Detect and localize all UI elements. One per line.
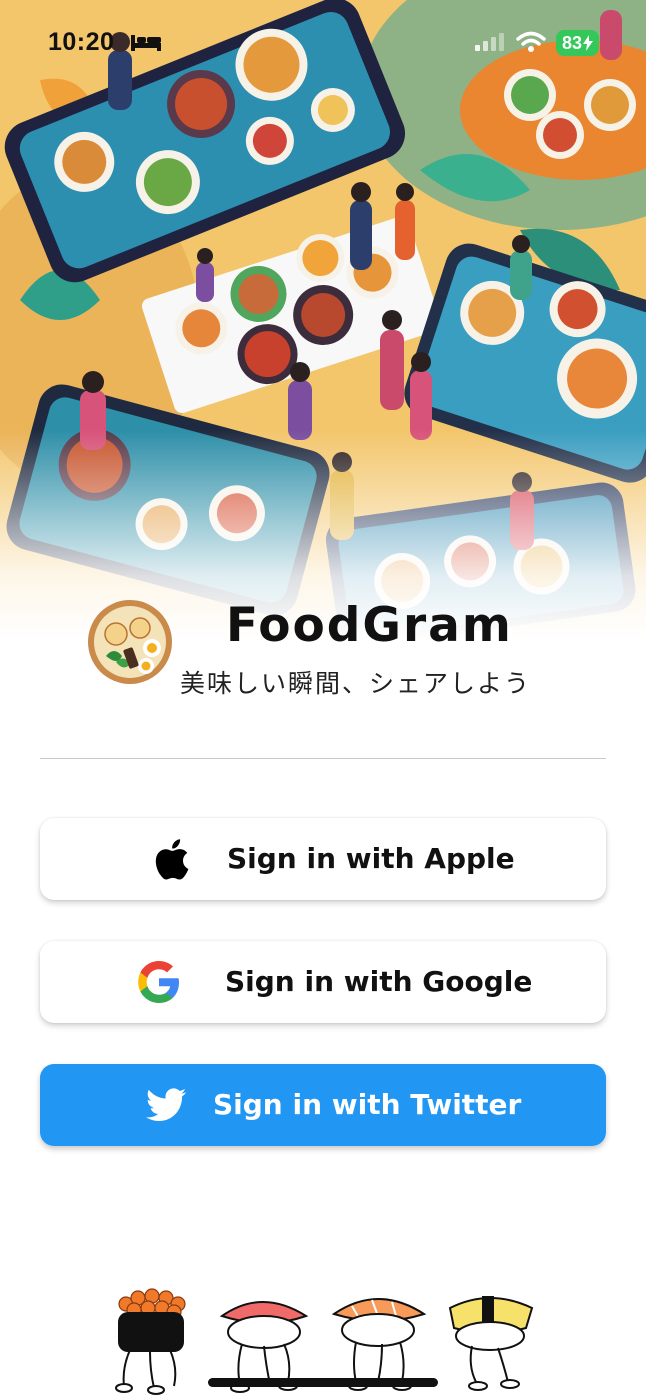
divider xyxy=(40,758,606,759)
battery-charging-icon xyxy=(583,35,594,51)
status-bar: 10:20 83 xyxy=(0,0,646,80)
google-icon xyxy=(138,961,179,1003)
tamago-sushi-icon xyxy=(448,1296,534,1391)
sign-in-twitter-button[interactable]: Sign in with Twitter xyxy=(40,1064,606,1146)
cellular-signal-icon xyxy=(475,33,504,51)
twitter-bird-icon xyxy=(146,1088,187,1121)
sign-in-apple-button[interactable]: Sign in with Apple xyxy=(40,818,606,900)
sign-in-google-button[interactable]: Sign in with Google xyxy=(40,941,606,1023)
app-tagline: 美味しい瞬間、シェアしよう xyxy=(180,669,532,698)
battery-level: 83 xyxy=(562,33,583,53)
status-time: 10:20 xyxy=(48,28,115,56)
ramen-bowl-logo xyxy=(88,600,172,684)
app-title: FoodGram xyxy=(226,598,513,653)
sign-in-apple-label: Sign in with Apple xyxy=(227,842,515,875)
bed-icon xyxy=(131,35,161,51)
battery-indicator: 83 xyxy=(556,30,600,56)
ikura-sushi-icon xyxy=(115,1288,186,1395)
home-indicator[interactable] xyxy=(208,1378,438,1387)
apple-icon xyxy=(155,839,189,880)
sign-in-twitter-label: Sign in with Twitter xyxy=(213,1088,522,1121)
sign-in-google-label: Sign in with Google xyxy=(225,965,533,998)
hero-illustration xyxy=(0,0,646,640)
wifi-icon xyxy=(516,31,546,52)
